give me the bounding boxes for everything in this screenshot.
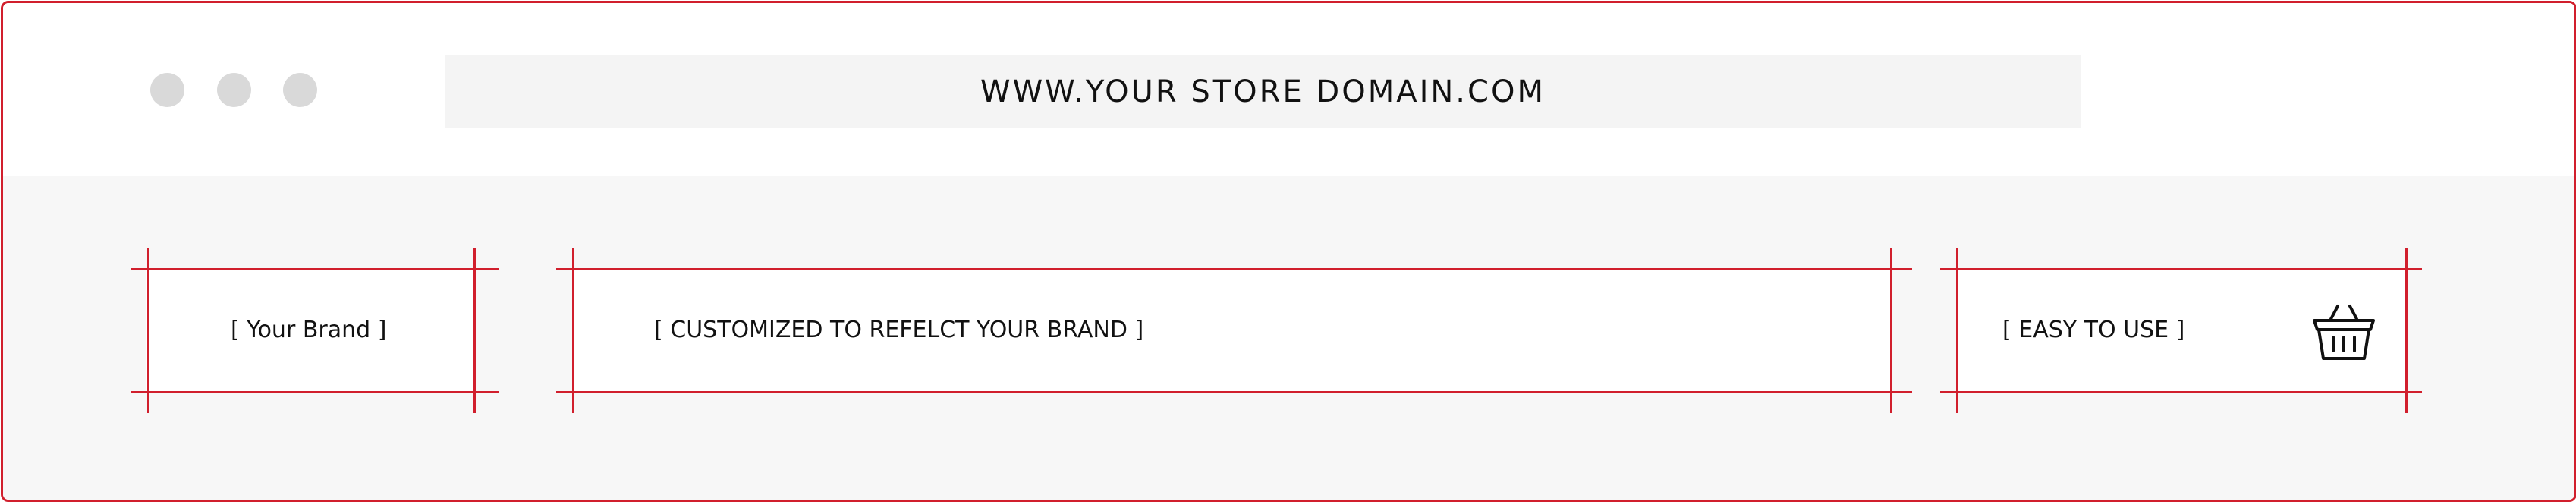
window-control-dot[interactable] — [150, 73, 184, 107]
brand-frame-line — [473, 248, 476, 413]
cart-label: [ EASY TO USE ] — [2002, 317, 2185, 343]
page-content: [ Your Brand ] [ CUSTOMIZED TO REFELCT Y… — [3, 176, 2574, 500]
brand-label: [ Your Brand ] — [231, 317, 387, 343]
navigation-label: [ CUSTOMIZED TO REFELCT YOUR BRAND ] — [654, 317, 1144, 343]
window-control-dot[interactable] — [217, 73, 251, 107]
navigation-frame-line — [1890, 248, 1892, 413]
navigation-frame-line — [572, 248, 574, 413]
address-bar-text: WWW.YOUR STORE DOMAIN.COM — [980, 74, 1546, 109]
cart-frame-line — [2405, 248, 2408, 413]
title-bar: WWW.YOUR STORE DOMAIN.COM — [3, 3, 2574, 176]
basket-icon[interactable] — [2310, 304, 2378, 363]
navigation-frame-line — [556, 268, 1912, 270]
cart-frame-line — [1940, 268, 2422, 270]
window-control-dot[interactable] — [283, 73, 317, 107]
address-bar[interactable]: WWW.YOUR STORE DOMAIN.COM — [445, 55, 2081, 128]
brand-frame-line — [147, 248, 149, 413]
navigation-frame-line — [556, 391, 1912, 393]
brand-frame-line — [131, 391, 499, 393]
brand-frame-line — [131, 268, 499, 270]
cart-frame-line — [1940, 391, 2422, 393]
browser-window: WWW.YOUR STORE DOMAIN.COM [ Your Brand ]… — [1, 1, 2576, 502]
cart-frame-line — [1956, 248, 1958, 413]
